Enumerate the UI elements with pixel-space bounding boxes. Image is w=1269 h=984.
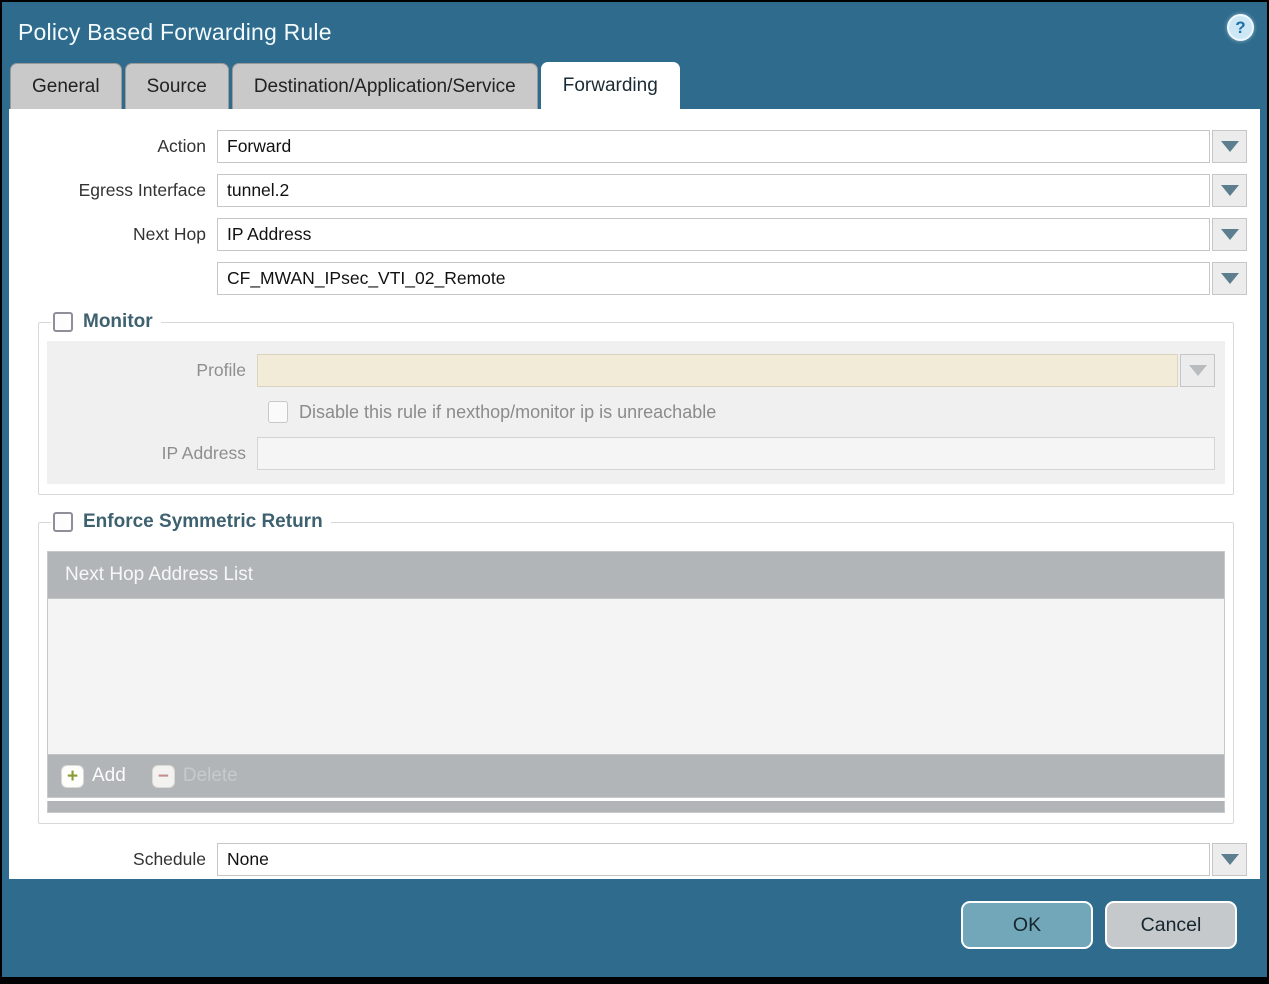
egress-interface-label: Egress Interface — [78, 180, 206, 200]
enforce-symmetric-return-group: Enforce Symmetric Return Next Hop Addres… — [38, 511, 1234, 824]
disable-rule-label: Disable this rule if nexthop/monitor ip … — [299, 401, 717, 422]
action-input[interactable] — [217, 130, 1210, 163]
next-hop-address-input[interactable] — [217, 262, 1210, 295]
next-hop-address-row — [9, 262, 1247, 295]
next-hop-address-list-toolbar: + Add − Delete — [48, 755, 1224, 797]
dialog-footer: OK Cancel — [2, 879, 1267, 977]
dialog-titlebar: Policy Based Forwarding Rule ? — [2, 2, 1267, 62]
table-scroll-strip — [47, 801, 1225, 813]
next-hop-address-list-header: Next Hop Address List — [48, 552, 1224, 598]
schedule-dropdown-button[interactable] — [1212, 843, 1247, 876]
profile-label: Profile — [196, 360, 246, 380]
chevron-down-icon — [1220, 854, 1239, 865]
profile-input — [257, 354, 1178, 387]
chevron-down-icon — [1220, 185, 1239, 196]
monitor-group-title: Monitor — [83, 311, 153, 332]
action-label: Action — [157, 136, 206, 156]
monitor-ip-address-label: IP Address — [161, 443, 246, 463]
profile-row: Profile — [47, 354, 1215, 387]
monitor-ip-address-input — [257, 437, 1215, 470]
delete-button-label: Delete — [182, 765, 238, 786]
tab-general[interactable]: General — [10, 63, 122, 109]
schedule-input[interactable] — [217, 843, 1210, 876]
chevron-down-icon — [1220, 273, 1239, 284]
plus-icon: + — [61, 764, 84, 788]
enforce-symmetric-return-title: Enforce Symmetric Return — [83, 511, 323, 532]
action-dropdown-button[interactable] — [1212, 130, 1247, 163]
policy-based-forwarding-dialog: Policy Based Forwarding Rule ? General S… — [2, 2, 1267, 977]
schedule-row: Schedule — [9, 843, 1247, 876]
next-hop-type-input[interactable] — [217, 218, 1210, 251]
ok-button[interactable]: OK — [961, 901, 1093, 949]
monitor-group: Monitor Profile Disable this rule if nex… — [38, 311, 1234, 495]
tab-forwarding[interactable]: Forwarding — [540, 62, 680, 109]
monitor-ip-address-row: IP Address — [47, 437, 1215, 470]
chevron-down-icon — [1188, 365, 1207, 376]
delete-button: − Delete — [151, 764, 238, 788]
help-icon[interactable]: ? — [1227, 14, 1254, 41]
schedule-label: Schedule — [133, 849, 206, 869]
monitor-checkbox[interactable] — [53, 312, 73, 332]
cancel-button[interactable]: Cancel — [1105, 901, 1237, 949]
add-button-label: Add — [92, 765, 126, 786]
chevron-down-icon — [1220, 141, 1239, 152]
next-hop-label: Next Hop — [133, 224, 206, 244]
enforce-symmetric-return-checkbox[interactable] — [53, 512, 73, 532]
monitor-panel: Profile Disable this rule if nexthop/mon… — [47, 341, 1225, 484]
action-row: Action — [9, 130, 1247, 163]
disable-rule-checkbox — [268, 401, 288, 423]
minus-icon: − — [151, 764, 175, 788]
next-hop-address-dropdown-button[interactable] — [1212, 262, 1247, 295]
profile-dropdown-button — [1180, 354, 1215, 387]
dialog-title: Policy Based Forwarding Rule — [18, 18, 332, 45]
chevron-down-icon — [1220, 229, 1239, 240]
disable-rule-row: Disable this rule if nexthop/monitor ip … — [268, 401, 1215, 423]
egress-interface-dropdown-button[interactable] — [1212, 174, 1247, 207]
next-hop-address-list-body[interactable] — [48, 598, 1224, 755]
next-hop-row: Next Hop — [9, 218, 1247, 251]
tab-source[interactable]: Source — [124, 63, 229, 109]
tab-destination-application-service[interactable]: Destination/Application/Service — [231, 63, 538, 109]
egress-interface-row: Egress Interface — [9, 174, 1247, 207]
next-hop-dropdown-button[interactable] — [1212, 218, 1247, 251]
next-hop-address-list-table: Next Hop Address List + Add − Delete — [47, 551, 1225, 798]
tab-content-forwarding: Action Egress Interface Next Hop — [9, 109, 1260, 879]
egress-interface-input[interactable] — [217, 174, 1210, 207]
tab-bar: General Source Destination/Application/S… — [2, 62, 1267, 109]
add-button: + Add — [61, 764, 126, 788]
